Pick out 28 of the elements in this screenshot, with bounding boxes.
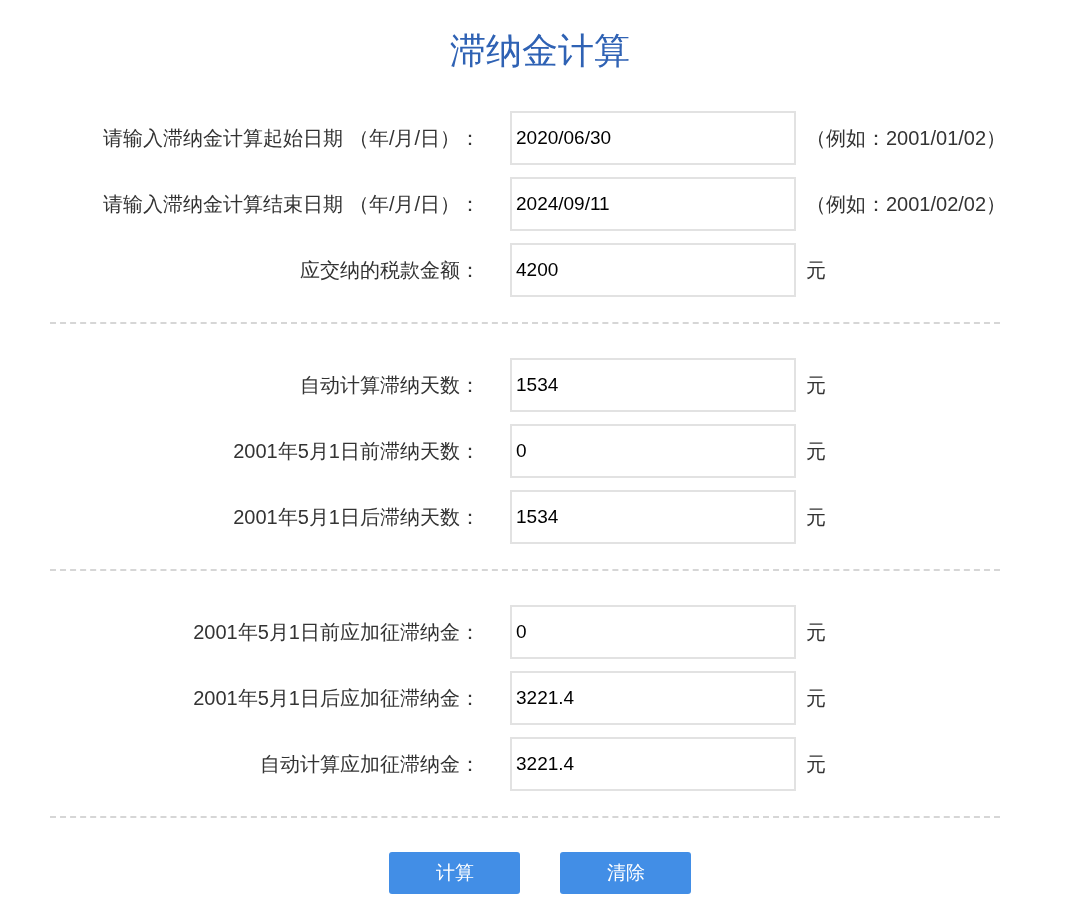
page-title: 滞纳金计算 xyxy=(450,29,630,73)
input-field[interactable]: 3221.4 xyxy=(510,737,796,791)
input-field[interactable]: 0 xyxy=(510,605,796,659)
input-field[interactable]: 2024/09/11 xyxy=(510,177,796,231)
field-hint: （例如：2001/02/02） xyxy=(806,192,1007,217)
field-hint: （例如：2001/01/02） xyxy=(806,126,1007,151)
field-label: 自动计算滞纳天数： xyxy=(300,373,480,398)
field-label: 2001年5月1日前应加征滞纳金： xyxy=(193,620,480,645)
input-field[interactable]: 0 xyxy=(510,424,796,478)
field-label: 2001年5月1日后应加征滞纳金： xyxy=(193,686,480,711)
field-label: 应交纳的税款金额： xyxy=(300,258,480,283)
input-field[interactable]: 4200 xyxy=(510,243,796,297)
field-label: 自动计算应加征滞纳金： xyxy=(260,752,480,777)
field-hint: 元 xyxy=(806,752,826,777)
field-label: 请输入滞纳金计算起始日期 （年/月/日）： xyxy=(103,126,480,151)
field-hint: 元 xyxy=(806,258,826,283)
field-hint: 元 xyxy=(806,505,826,530)
field-hint: 元 xyxy=(806,439,826,464)
input-field[interactable]: 2020/06/30 xyxy=(510,111,796,165)
field-label: 2001年5月1日前滞纳天数： xyxy=(233,439,480,464)
field-hint: 元 xyxy=(806,620,826,645)
input-field[interactable]: 1534 xyxy=(510,490,796,544)
field-hint: 元 xyxy=(806,686,826,711)
input-field[interactable]: 3221.4 xyxy=(510,671,796,725)
input-field[interactable]: 1534 xyxy=(510,358,796,412)
field-hint: 元 xyxy=(806,373,826,398)
field-label: 请输入滞纳金计算结束日期 （年/月/日）： xyxy=(103,192,480,217)
field-label: 2001年5月1日后滞纳天数： xyxy=(233,505,480,530)
